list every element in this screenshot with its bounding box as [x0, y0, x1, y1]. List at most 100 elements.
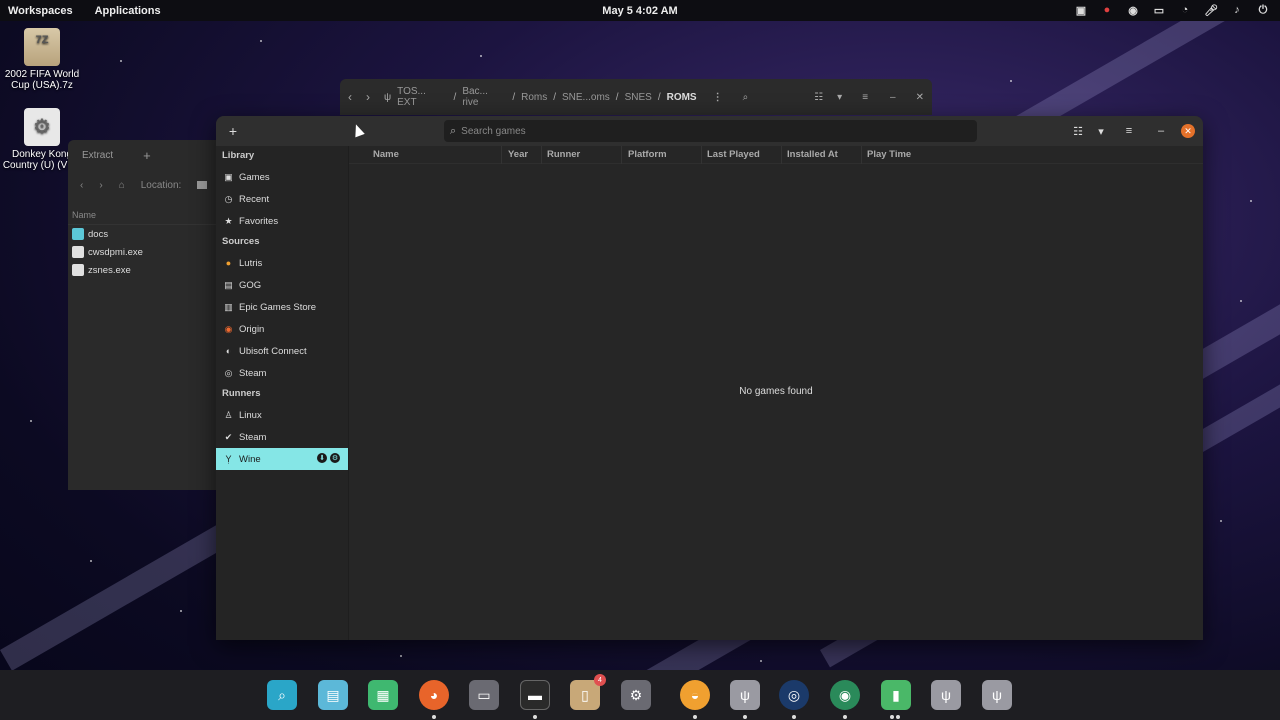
view-dropdown-button[interactable]: ▾ — [1092, 122, 1110, 140]
wifi-icon[interactable]: ◔ — [1178, 3, 1192, 17]
search-app-icon[interactable]: ⌕ — [267, 680, 297, 710]
breadcrumb-item[interactable]: TOS... EXT — [397, 86, 447, 108]
usb-drive-icon[interactable]: ψ — [730, 680, 760, 710]
power-icon[interactable]: ⏻ — [1256, 3, 1270, 17]
sidebar-item-gog[interactable]: ▤ GOG — [216, 274, 348, 296]
sidebar-item-label: Favorites — [239, 215, 279, 227]
forward-arrow-icon[interactable]: › — [366, 90, 370, 104]
sidebar-item-games[interactable]: ▣ Games — [216, 166, 348, 188]
executable-icon — [72, 246, 84, 258]
clipboard-icon[interactable]: ▣ — [1074, 3, 1088, 17]
firefox-icon[interactable]: ◕ — [419, 680, 449, 710]
sidebar-item-wine[interactable]: Ỵ Wine ⬇ ⚙ — [216, 448, 348, 470]
running-indicator — [896, 715, 900, 719]
list-item[interactable]: zsnes.exe — [68, 261, 228, 279]
steam-tray-icon[interactable]: ◉ — [1126, 3, 1140, 17]
minimize-icon[interactable]: – — [890, 92, 896, 103]
close-button[interactable]: ✕ — [1181, 124, 1195, 138]
sidebar-item-origin[interactable]: ◉ Origin — [216, 318, 348, 340]
column-name[interactable]: Name — [68, 200, 228, 225]
settings-gear-icon[interactable]: ⚙ — [621, 680, 651, 710]
search-box[interactable]: ⌕ — [444, 120, 977, 142]
usb-drive-icon-3[interactable]: ψ — [982, 680, 1012, 710]
forward-arrow-icon[interactable]: › — [99, 180, 102, 191]
breadcrumb-item[interactable]: Roms — [521, 92, 547, 103]
column-name[interactable]: Name — [349, 146, 501, 164]
files-view-app-icon[interactable]: ▤ — [318, 680, 348, 710]
running-indicator — [890, 715, 894, 719]
display-icon[interactable]: ▭ — [1152, 3, 1166, 17]
sidebar-item-steam-source[interactable]: ◎ Steam — [216, 362, 348, 384]
top-panel: Workspaces Applications May 5 4:02 AM ▣ … — [0, 0, 1280, 21]
column-play-time[interactable]: Play Time — [861, 145, 941, 164]
breadcrumb-item[interactable]: Bac... rive — [462, 86, 506, 108]
chevron-down-icon[interactable]: ▾ — [837, 92, 842, 103]
steam-app-icon[interactable]: ◎ — [779, 680, 809, 710]
column-year[interactable]: Year — [501, 145, 541, 164]
archive-window[interactable]: Extract + ‹ › ⌂ Location: Name docs cwsd… — [68, 140, 228, 490]
menu-icon[interactable]: ≡ — [862, 92, 868, 103]
volume-icon[interactable]: ♪ — [1230, 3, 1244, 17]
sidebar-item-label: Origin — [239, 323, 265, 335]
sidebar-item-ubisoft[interactable]: ◐ Ubisoft Connect — [216, 340, 348, 362]
files-app-icon[interactable]: ▭ — [469, 680, 499, 710]
sidebar-item-favorites[interactable]: ★ Favorites — [216, 210, 348, 232]
gear-icon[interactable]: ⚙ — [330, 453, 340, 463]
terminal-icon[interactable]: ▬ — [520, 680, 550, 710]
download-icon[interactable]: ⬇ — [317, 453, 327, 463]
sidebar-item-recent[interactable]: ◷ Recent — [216, 188, 348, 210]
view-list-icon[interactable]: ☷ — [814, 92, 823, 103]
add-icon[interactable]: + — [143, 148, 151, 163]
empty-message: No games found — [739, 386, 813, 397]
view-grid-button[interactable]: ☷ — [1069, 122, 1087, 140]
search-icon: ⌕ — [450, 124, 457, 137]
section-library: Library — [222, 150, 255, 161]
apps-grid-icon[interactable]: ▦ — [368, 680, 398, 710]
search-icon[interactable]: ⌕ — [743, 92, 749, 103]
extract-tab[interactable]: Extract — [82, 150, 113, 161]
breadcrumb-item[interactable]: SNES — [625, 92, 652, 103]
list-item[interactable]: docs — [68, 225, 228, 243]
breadcrumb-item[interactable]: ROMS — [667, 92, 697, 103]
file-manager-window[interactable]: ‹ › ψ TOS... EXT / Bac... rive / Roms / SNE… — [340, 79, 932, 115]
desktop-icon-fifa[interactable]: 7Z 2002 FIFA World Cup (USA).7z — [2, 28, 82, 91]
sidebar-item-steam-runner[interactable]: ✔ Steam — [216, 426, 348, 448]
back-arrow-icon[interactable]: ‹ — [348, 90, 352, 104]
executable-icon — [72, 264, 84, 276]
archive-app-icon[interactable]: ▯ 4 — [570, 674, 606, 710]
microphone-icon[interactable]: 🎤︎ — [1204, 3, 1218, 17]
running-indicator — [792, 715, 796, 719]
running-indicator — [743, 715, 747, 719]
back-arrow-icon[interactable]: ‹ — [80, 180, 83, 191]
breadcrumb-item[interactable]: SNE...oms — [562, 92, 610, 103]
folder-icon — [197, 181, 208, 189]
section-runners: Runners — [222, 388, 261, 399]
column-last-played[interactable]: Last Played — [701, 145, 781, 164]
more-vertical-icon[interactable]: ⋮ — [713, 92, 723, 103]
file-name: zsnes.exe — [88, 264, 131, 276]
minimize-button[interactable]: – — [1152, 122, 1170, 140]
record-icon[interactable]: ● — [1100, 3, 1114, 17]
usb-drive-icon-2[interactable]: ψ — [931, 680, 961, 710]
column-installed-at[interactable]: Installed At — [781, 145, 861, 164]
add-game-button[interactable]: + — [224, 122, 242, 140]
close-icon[interactable]: ✕ — [916, 92, 924, 103]
system-tray: ▣ ● ◉ ▭ ◔ 🎤︎ ♪ ⏻ — [1074, 3, 1270, 17]
list-item[interactable]: cwsdpmi.exe — [68, 243, 228, 261]
column-runner[interactable]: Runner — [541, 145, 621, 164]
column-platform[interactable]: Platform — [621, 145, 701, 164]
sidebar-item-lutris[interactable]: ● Lutris — [216, 252, 348, 274]
workspaces-button[interactable]: Workspaces — [8, 5, 73, 17]
menu-button[interactable]: ≡ — [1120, 122, 1138, 140]
home-icon[interactable]: ⌂ — [119, 180, 125, 191]
applications-button[interactable]: Applications — [95, 5, 161, 17]
lutris-window[interactable]: + ⌕ ☷ ▾ ≡ – ✕ Library ▣ Games ◷ Recent ★ Fa… — [216, 116, 1203, 640]
search-input[interactable] — [461, 125, 942, 137]
browser-globe-icon[interactable]: ◉ — [830, 680, 860, 710]
lutris-app-icon[interactable]: ◒ — [680, 680, 710, 710]
notification-badge: 4 — [594, 674, 606, 686]
archive-manager-icon[interactable]: ▮ — [881, 680, 911, 710]
ubisoft-icon: ◐ — [225, 346, 232, 356]
sidebar-item-linux[interactable]: ♙ Linux — [216, 404, 348, 426]
sidebar-item-epic[interactable]: ▥ Epic Games Store — [216, 296, 348, 318]
